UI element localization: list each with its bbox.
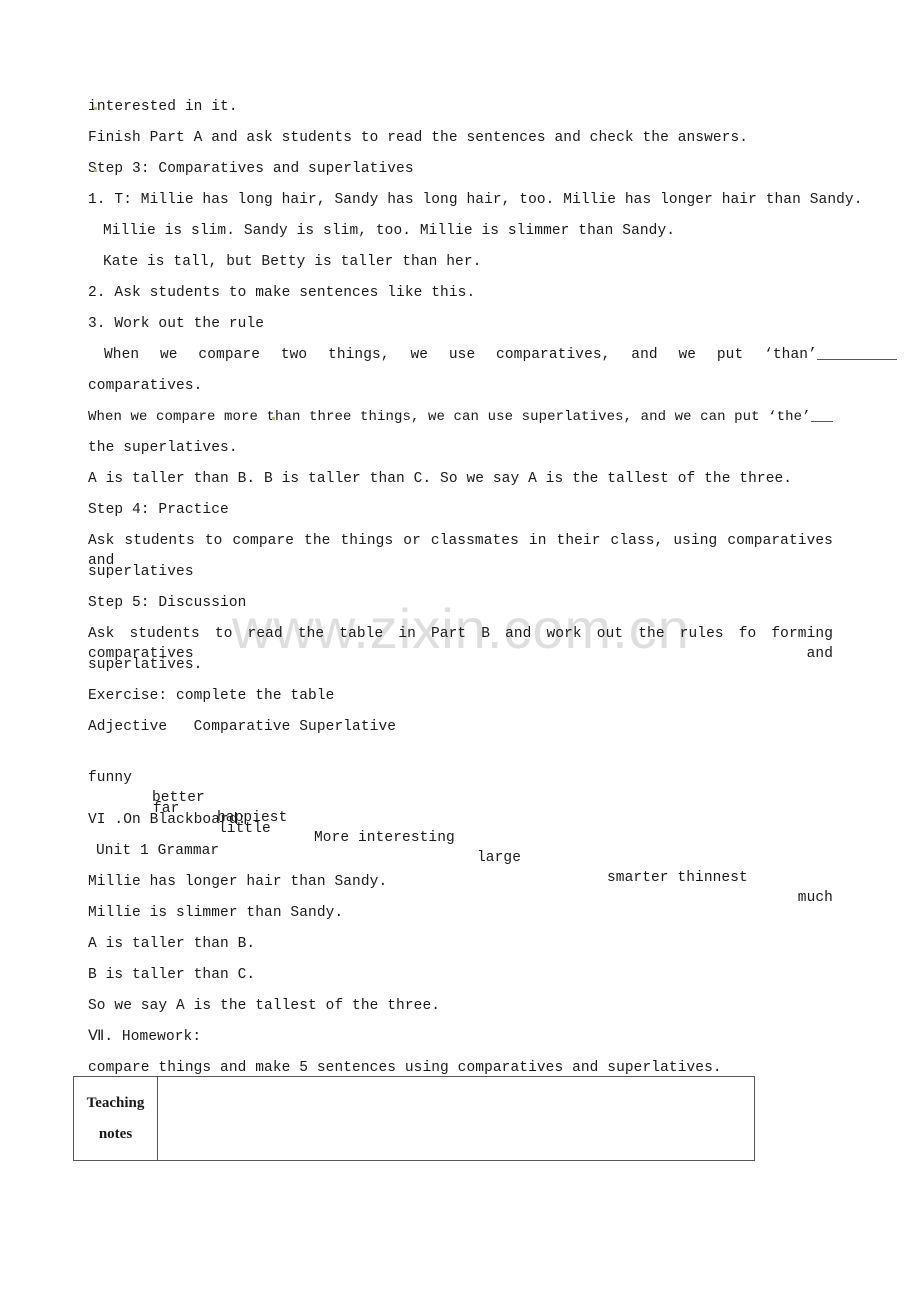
section-heading-step5: Step 5: Discussion <box>88 595 247 611</box>
teaching-notes-label-cell: Teaching notes <box>74 1077 158 1160</box>
fill-in-blank[interactable] <box>816 345 897 360</box>
teaching-notes-label: notes <box>98 1125 133 1142</box>
text-line: superlatives <box>88 564 194 580</box>
fill-in-blank[interactable] <box>810 407 833 422</box>
section-heading-blackboard: VI .On Blackboard: <box>88 812 247 828</box>
text-fragment: han three things, we can use superlative… <box>275 409 811 425</box>
text-fragment: When we compare two things, we use compa… <box>104 347 817 363</box>
text-line: A is taller than B. B is taller than C. … <box>88 471 793 487</box>
text-line: A is taller than B. <box>88 936 256 952</box>
text-line-rule-comparatives: When we compare two things, we use compa… <box>88 345 920 365</box>
teaching-notes-label: Teaching <box>86 1094 145 1111</box>
text-fragment: tep 3: Comparatives and superlatives <box>96 161 414 177</box>
text-line: superlatives. <box>88 657 203 673</box>
text-line: Unit 1 Grammar <box>96 843 220 859</box>
text-line: interested in it. <box>88 97 833 117</box>
text-line: Millie has longer hair than Sandy. <box>88 874 388 890</box>
exercise-table-header: Adjective Comparative Superlative <box>88 719 397 735</box>
text-line: compare things and make 5 sentences usin… <box>88 1060 722 1076</box>
text-line: comparatives. <box>88 378 203 394</box>
text-line: Kate is tall, but Betty is taller than h… <box>103 254 482 270</box>
text-line: 2. Ask students to make sentences like t… <box>88 285 476 301</box>
text-line: Millie is slim. Sandy is slim, too. Mill… <box>103 223 676 239</box>
text-line: So we say A is the tallest of the three. <box>88 998 441 1014</box>
text-line: Exercise: complete the table <box>88 688 335 704</box>
teaching-notes-content-cell[interactable] <box>158 1077 754 1160</box>
text-fragment: nterested in it. <box>96 99 238 115</box>
section-heading-step3: Step 3: Comparatives and superlatives <box>88 159 833 179</box>
text-line: 3. Work out the rule <box>88 316 265 332</box>
text-line: B is taller than C. <box>88 967 256 983</box>
teaching-notes-table: Teaching notes <box>73 1076 755 1161</box>
section-heading-homework: Ⅶ. Homework: <box>88 1029 202 1045</box>
text-line: Millie is slimmer than Sandy. <box>88 905 344 921</box>
text-line: the superlatives. <box>88 440 238 456</box>
text-line-rule-superlatives: When we compare more than three things, … <box>88 407 833 427</box>
section-heading-step4: Step 4: Practice <box>88 502 229 518</box>
text-fragment: When we compare more t <box>88 409 276 425</box>
text-line: Finish Part A and ask students to read t… <box>88 130 749 146</box>
document-page: www.zixin.com.cn interested in it. Finis… <box>0 0 920 1302</box>
text-line: 1. T: Millie has long hair, Sandy has lo… <box>88 192 863 208</box>
